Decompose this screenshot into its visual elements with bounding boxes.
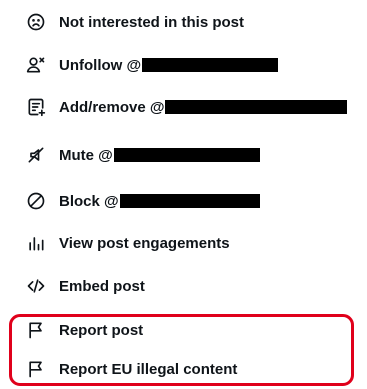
- menu-item-label: Embed post: [59, 277, 145, 295]
- redaction-bar: [113, 148, 260, 162]
- menu-item-not-interested[interactable]: Not interested in this post: [7, 3, 359, 41]
- menu-item-label: Add/remove @: [59, 98, 348, 116]
- redaction-bar: [165, 100, 348, 114]
- menu-item-label: Not interested in this post: [59, 13, 245, 31]
- menu-item-label: Block @: [59, 193, 260, 210]
- menu-item-mute[interactable]: Mute @: [7, 136, 359, 174]
- flag-icon: [25, 358, 47, 380]
- menu-item-embed-post[interactable]: Embed post: [7, 267, 359, 305]
- redaction-bar: [142, 58, 279, 72]
- menu-item-unfollow[interactable]: Unfollow @: [7, 46, 359, 84]
- list-add-icon: [25, 96, 47, 118]
- post-options-menu: Not interested in this post Unfollow @ A…: [7, 0, 359, 389]
- block-icon: [25, 190, 47, 212]
- person-x-icon: [25, 54, 47, 76]
- menu-item-label: Mute @: [59, 147, 260, 164]
- flag-icon: [25, 319, 47, 341]
- sad-face-icon: [25, 11, 47, 33]
- menu-item-label: View post engagements: [59, 234, 230, 252]
- menu-item-report-eu-illegal[interactable]: Report EU illegal content: [7, 350, 359, 388]
- menu-item-label: Report EU illegal content: [59, 360, 238, 378]
- mute-label-text: Mute @: [59, 146, 113, 164]
- redaction-bar: [119, 194, 260, 208]
- menu-item-label: Report post: [59, 321, 144, 339]
- bar-chart-icon: [25, 232, 47, 254]
- block-label-text: Block @: [59, 192, 119, 210]
- menu-item-view-engagements[interactable]: View post engagements: [7, 224, 359, 262]
- menu-item-report-post[interactable]: Report post: [7, 311, 359, 349]
- code-icon: [25, 275, 47, 297]
- menu-item-add-remove-list[interactable]: Add/remove @: [7, 88, 359, 126]
- mute-icon: [25, 144, 47, 166]
- unfollow-label-text: Unfollow @: [59, 56, 142, 74]
- add-remove-label-text: Add/remove @: [59, 98, 165, 116]
- menu-item-block[interactable]: Block @: [7, 182, 359, 220]
- menu-item-label: Unfollow @: [59, 56, 279, 74]
